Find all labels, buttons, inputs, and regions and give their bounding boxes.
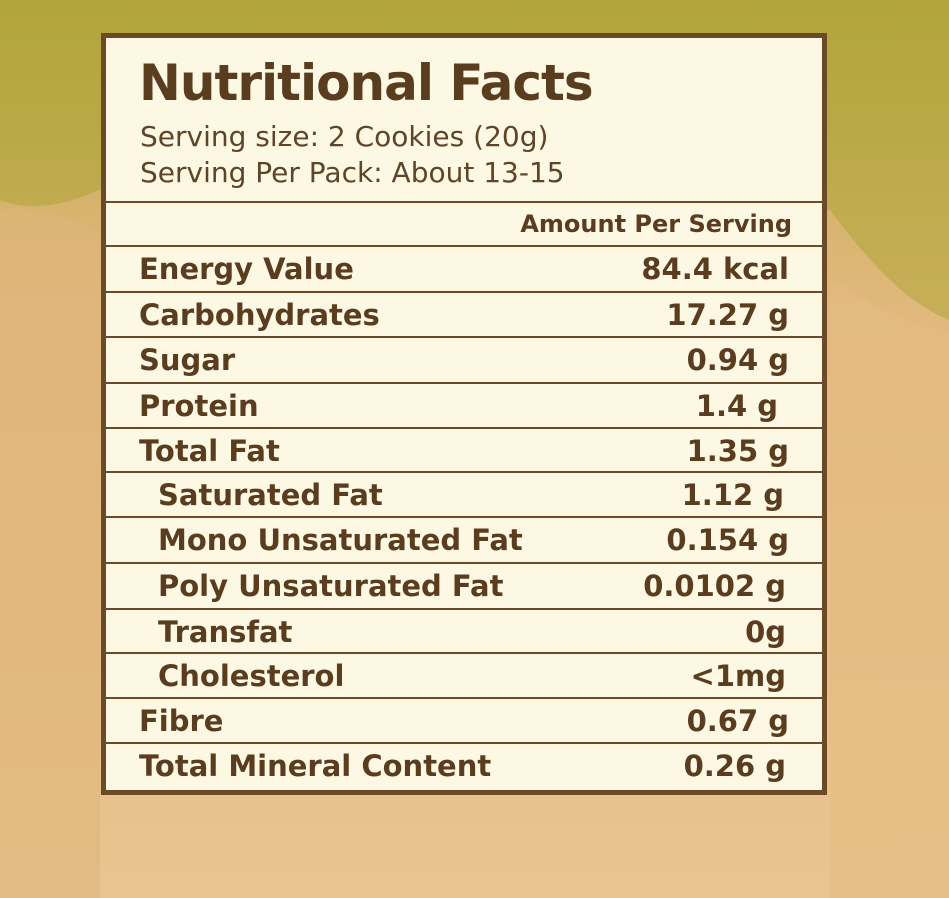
serving-size: Serving size: 2 Cookies (20g) [140, 120, 549, 153]
nutrient-name: Energy Value [139, 252, 354, 286]
nutrient-value: 0.154 g [666, 523, 789, 557]
nutrient-name: Mono Unsaturated Fat [158, 523, 523, 557]
nutrient-value: 0.0102 g [643, 569, 786, 603]
nutrient-value: 84.4 kcal [641, 252, 789, 286]
nutrient-name: Cholesterol [158, 659, 345, 693]
nutrient-name: Transfat [158, 615, 293, 649]
nutrient-name: Fibre [139, 704, 224, 738]
nutrient-name: Poly Unsaturated Fat [158, 569, 504, 603]
nutrient-name: Total Mineral Content [139, 749, 492, 783]
nutrient-row-fibre: Fibre 0.67 g [106, 699, 822, 744]
nutrient-row-sugar: Sugar 0.94 g [106, 338, 822, 383]
nutrient-row-energy: Energy Value 84.4 kcal [106, 247, 822, 292]
nutrient-row-total-fat: Total Fat 1.35 g [106, 429, 822, 474]
nutrient-row-total-mineral-content: Total Mineral Content 0.26 g [106, 744, 822, 789]
nutrient-value: 0.26 g [683, 749, 786, 783]
label-title: Nutritional Facts [139, 54, 594, 112]
nutrient-value: 0.94 g [686, 343, 789, 377]
nutrition-facts-label: Nutritional Facts Serving size: 2 Cookie… [101, 33, 827, 795]
nutrient-value: 1.4 g [695, 389, 778, 423]
nutrient-row-saturated-fat: Saturated Fat 1.12 g [106, 473, 822, 518]
nutrient-row-cholesterol: Cholesterol <1mg [106, 654, 822, 699]
nutrient-row-transfat: Transfat 0g [106, 610, 822, 655]
nutrient-row-poly-unsaturated-fat: Poly Unsaturated Fat 0.0102 g [106, 564, 822, 609]
servings-per-pack: Serving Per Pack: About 13-15 [140, 156, 565, 189]
nutrient-value: 0g [745, 615, 786, 649]
nutrient-value: 1.35 g [686, 434, 789, 468]
nutrient-name: Total Fat [139, 434, 280, 468]
nutrient-row-mono-unsaturated-fat: Mono Unsaturated Fat 0.154 g [106, 518, 822, 563]
nutrient-row-protein: Protein 1.4 g [106, 384, 822, 429]
nutrient-name: Saturated Fat [158, 478, 383, 512]
nutrient-name: Carbohydrates [139, 298, 380, 332]
nutrient-value: 17.27 g [666, 298, 789, 332]
nutrient-value: 1.12 g [681, 478, 784, 512]
nutrient-value: 0.67 g [686, 704, 789, 738]
divider [106, 201, 822, 203]
amount-per-serving-header: Amount Per Serving [520, 210, 792, 238]
nutrient-row-carbohydrates: Carbohydrates 17.27 g [106, 293, 822, 338]
nutrient-name: Sugar [139, 343, 236, 377]
nutrient-value: <1mg [690, 659, 786, 693]
nutrient-name: Protein [139, 389, 259, 423]
